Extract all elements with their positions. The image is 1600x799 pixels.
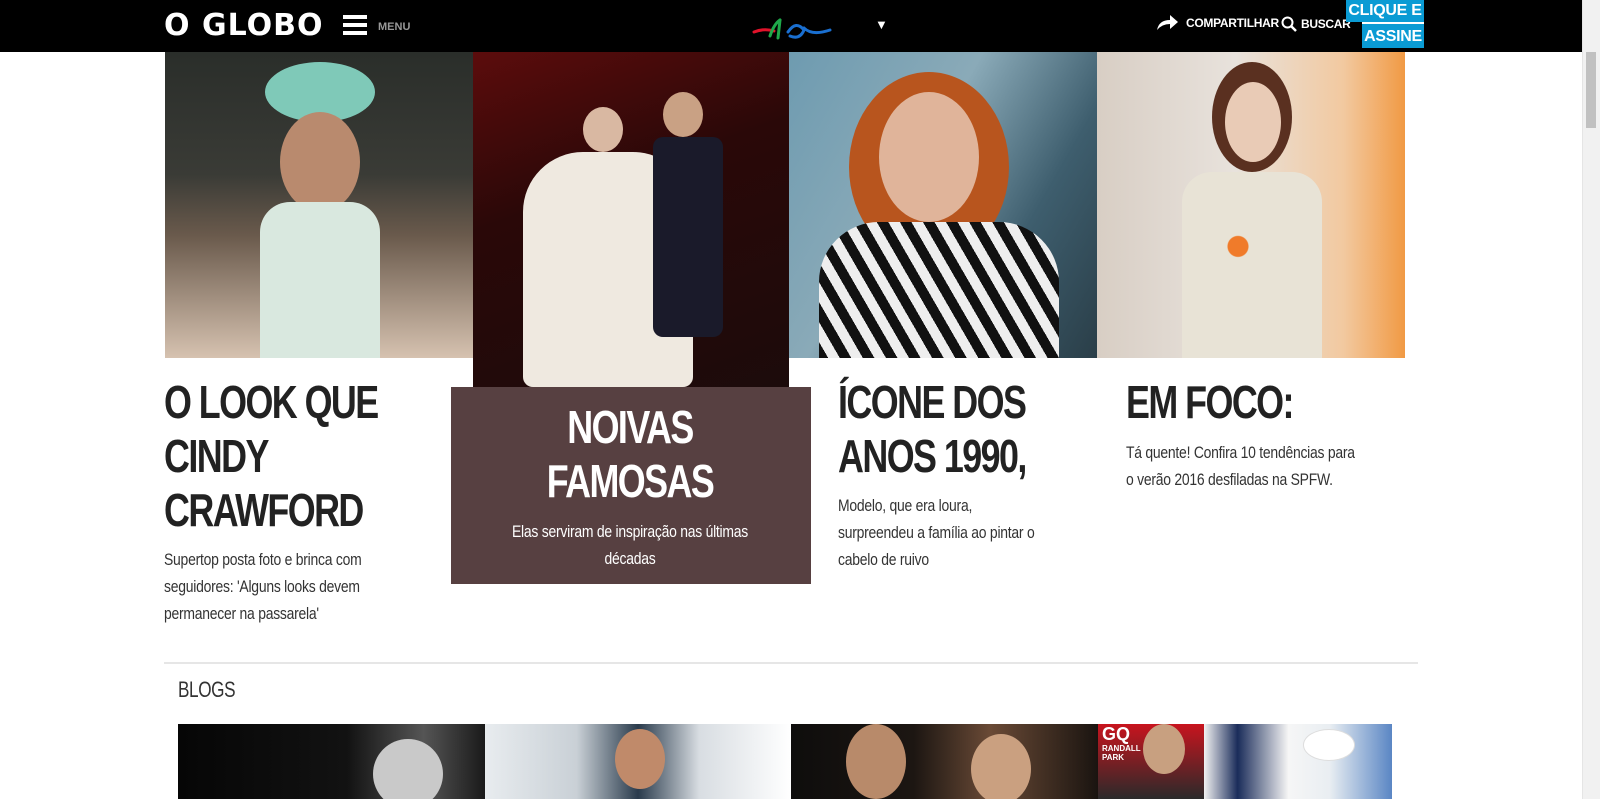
story-summary[interactable]: Tá quente! Confira 10 tendências para o … (1126, 439, 1364, 493)
blog-thumbnail-magazine[interactable]: GQ RANDALL PARK (1098, 724, 1204, 799)
story-summary[interactable]: Elas serviram de inspiração nas últimas … (507, 518, 753, 572)
story-image-noivas-famosas[interactable] (473, 52, 789, 387)
site-logo[interactable]: O GLOBO (164, 8, 324, 43)
share-button[interactable]: COMPARTILHAR (1155, 14, 1279, 32)
story-summary[interactable]: Modelo, que era loura, surpreendeu a fam… (838, 492, 1051, 573)
share-arrow-icon (1157, 15, 1178, 30)
blog-thumbnail[interactable] (791, 724, 1098, 799)
blog-thumbnail[interactable] (1288, 724, 1392, 799)
blog-thumbnail[interactable] (1204, 724, 1288, 799)
vertical-scrollbar[interactable] (1582, 0, 1600, 799)
story-headline[interactable]: EM FOCO: (1126, 375, 1360, 429)
search-label: BUSCAR (1301, 17, 1351, 31)
search-button[interactable]: BUSCAR (1281, 16, 1351, 32)
blog-thumbnail[interactable] (485, 724, 791, 799)
story-image-icone-anos-1990[interactable] (789, 52, 1097, 358)
magazine-title: GQ (1102, 724, 1131, 744)
blog-thumbnail[interactable] (178, 724, 485, 799)
story-image-cindy-crawford[interactable] (165, 52, 473, 358)
story-headline[interactable]: ÍCONE DOS ANOS 1990, (838, 375, 1072, 483)
menu-label[interactable]: MENU (378, 21, 410, 33)
story-headline[interactable]: O LOOK QUE CINDY CRAWFORD (164, 375, 429, 537)
subscribe-line1: CLIQUE E (1346, 0, 1424, 22)
section-divider (164, 662, 1418, 664)
section-dropdown-icon[interactable]: ▼ (875, 17, 888, 32)
blogs-section-title: BLOGS (178, 677, 236, 702)
subscribe-line2: ASSINE (1362, 22, 1424, 48)
scrollbar-thumb[interactable] (1586, 52, 1596, 128)
story-summary[interactable]: Supertop posta foto e brinca com seguido… (164, 546, 385, 627)
story-headline[interactable]: NOIVAS FAMOSAS (529, 400, 732, 508)
subscribe-button[interactable]: CLIQUE E ASSINE (1346, 0, 1424, 48)
ela-section-logo[interactable] (750, 10, 834, 44)
story-image-em-foco[interactable] (1097, 52, 1405, 358)
search-icon (1281, 16, 1297, 32)
share-label: COMPARTILHAR (1186, 16, 1279, 30)
hamburger-menu-icon[interactable] (343, 15, 367, 35)
top-bar: O GLOBO MENU ▼ COMPARTILHAR BUSCAR CLIQU… (0, 0, 1583, 52)
